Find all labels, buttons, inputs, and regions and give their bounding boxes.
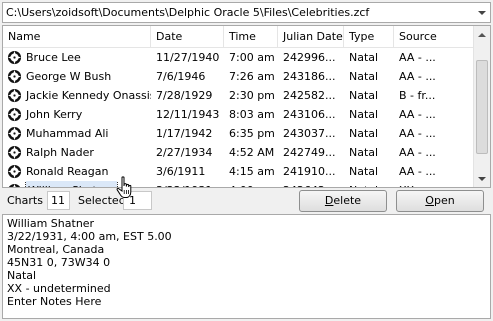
cell-time: 7:26 am — [229, 70, 275, 83]
table-row[interactable]: Jackie Kennedy Onassis 7/28/1929 2:30 pm 24… — [3, 86, 474, 105]
row-name-text: Jackie Kennedy Onassis — [26, 89, 151, 102]
table-row[interactable]: Ralph Nader 2/27/1934 4:52 AM 242749... Nata… — [3, 143, 474, 162]
cell-date: 3/22/1931 — [151, 181, 224, 187]
row-name-text: Ralph Nader — [26, 146, 94, 159]
cell-julian-date: 243106... — [283, 108, 336, 121]
cell-source: XX - ... — [394, 181, 474, 187]
cell-type: Natal — [349, 70, 379, 83]
cell-date: 3/6/1911 — [156, 165, 206, 178]
cell-date: 11/27/1940 — [156, 51, 220, 64]
cell-julian-date: 242996... — [283, 51, 336, 64]
charts-label: Charts — [7, 194, 43, 207]
row-name-text: William Shatner — [24, 181, 119, 187]
cell-julian-date: 242582... — [283, 89, 336, 102]
cell-type: Natal — [349, 146, 379, 159]
scroll-up-button[interactable] — [474, 26, 490, 43]
natal-chart-icon — [7, 69, 22, 84]
row-name-text: Ronald Reagan — [26, 165, 109, 178]
natal-chart-icon — [7, 145, 22, 160]
cell-time: 4:00 am — [224, 181, 278, 187]
cell-time: 4:15 am — [229, 165, 275, 178]
file-path-text: C:\Users\zoidsoft\Documents\Delphic Orac… — [6, 6, 370, 19]
cell-date: 2/27/1934 — [156, 146, 213, 159]
cell-source: AA - ... — [399, 127, 436, 140]
cell-type: Natal — [349, 127, 379, 140]
natal-chart-icon — [7, 50, 22, 65]
path-dropdown-button[interactable] — [473, 3, 490, 22]
table-header: Name Date Time Julian Date Type Source — [3, 26, 474, 48]
scroll-down-button[interactable] — [474, 170, 490, 187]
chart-list-table[interactable]: Name Date Time Julian Date Type Source B… — [2, 25, 491, 188]
table-row[interactable]: Bruce Lee 11/27/1940 7:00 am 242996... Natal… — [3, 48, 474, 67]
file-path-combo[interactable]: C:\Users\zoidsoft\Documents\Delphic Orac… — [2, 2, 491, 23]
column-header-type[interactable]: Type — [344, 26, 394, 48]
cell-source: AA - ... — [399, 70, 436, 83]
table-row[interactable]: William Shatner 3/22/19314:00 am242642...… — [3, 181, 474, 187]
cell-time: 6:35 pm — [229, 127, 275, 140]
vertical-scrollbar[interactable] — [473, 26, 490, 187]
column-header-time[interactable]: Time — [224, 26, 278, 48]
delete-button-label: elete — [333, 194, 362, 207]
cell-date: 12/11/1943 — [156, 108, 220, 121]
charts-count: 11 — [47, 191, 70, 210]
chevron-down-icon — [477, 10, 486, 15]
cell-source: AA - ... — [399, 146, 436, 159]
table-row[interactable]: Ronald Reagan 3/6/1911 4:15 am 241910... Nat… — [3, 162, 474, 181]
row-name-text: Muhammad Ali — [26, 127, 109, 140]
cell-julian-date: 242642... — [278, 181, 344, 187]
cell-source: B - fr... — [399, 89, 436, 102]
row-name-text: John Kerry — [26, 108, 83, 121]
cell-type: Natal — [349, 89, 379, 102]
scrollbar-thumb[interactable] — [476, 60, 488, 154]
cell-julian-date: 243037... — [283, 127, 336, 140]
cell-name: John Kerry — [3, 105, 151, 124]
cell-time: 7:00 am — [229, 51, 275, 64]
cell-type: Natal — [349, 165, 379, 178]
column-header-date[interactable]: Date — [151, 26, 224, 48]
cell-name: Ralph Nader — [3, 143, 151, 162]
cell-name: George W Bush — [3, 67, 151, 86]
arrow-up-icon — [478, 32, 486, 37]
cell-date: 7/28/1929 — [156, 89, 213, 102]
open-button-accelerator: O — [425, 194, 434, 207]
cell-type: Natal — [349, 51, 379, 64]
natal-chart-icon — [7, 107, 22, 122]
table-row[interactable]: John Kerry 12/11/1943 8:03 am 243106... Nata… — [3, 105, 474, 124]
status-bar: Charts 11 Selected 1 Delete Open — [2, 190, 491, 212]
column-header-julian-date[interactable]: Julian Date — [278, 26, 344, 48]
cell-type: Natal — [349, 108, 379, 121]
cell-time: 2:30 pm — [229, 89, 275, 102]
natal-chart-icon — [7, 126, 22, 141]
natal-chart-icon — [7, 164, 22, 179]
arrow-down-icon — [478, 176, 486, 181]
cell-time: 8:03 am — [229, 108, 275, 121]
cell-time: 4:52 AM — [229, 146, 275, 159]
cell-name: Muhammad Ali — [3, 124, 151, 143]
column-header-source[interactable]: Source — [394, 26, 474, 48]
table-row[interactable]: George W Bush 7/6/1946 7:26 am 243186... Nat… — [3, 67, 474, 86]
table-row[interactable]: Muhammad Ali 1/17/1942 6:35 pm 243037... Nat… — [3, 124, 474, 143]
cell-source: AA - ... — [399, 165, 436, 178]
cell-source: AA - ... — [399, 51, 436, 64]
cell-name: Jackie Kennedy Onassis — [3, 86, 151, 105]
cell-julian-date: 243186... — [283, 70, 336, 83]
column-header-name[interactable]: Name — [3, 26, 151, 48]
row-name-text: George W Bush — [26, 70, 112, 83]
open-button[interactable]: Open — [396, 190, 484, 212]
open-button-label: pen — [433, 194, 455, 207]
natal-chart-icon — [7, 88, 22, 103]
cell-source: AA - ... — [399, 108, 436, 121]
cell-julian-date: 242749... — [283, 146, 336, 159]
cell-date: 7/6/1946 — [156, 70, 206, 83]
cell-type: Natal — [344, 181, 394, 187]
chart-notes-textarea[interactable]: William Shatner 3/22/1931, 4:00 am, EST … — [2, 214, 491, 319]
row-name-text: Bruce Lee — [26, 51, 81, 64]
cell-date: 1/17/1942 — [156, 127, 213, 140]
cell-julian-date: 241910... — [283, 165, 336, 178]
delete-button[interactable]: Delete — [299, 190, 387, 212]
table-body: Bruce Lee 11/27/1940 7:00 am 242996... Natal… — [3, 48, 474, 187]
hand-pointer-icon — [116, 176, 132, 198]
natal-chart-icon — [8, 183, 21, 187]
cell-name: Bruce Lee — [3, 48, 151, 67]
